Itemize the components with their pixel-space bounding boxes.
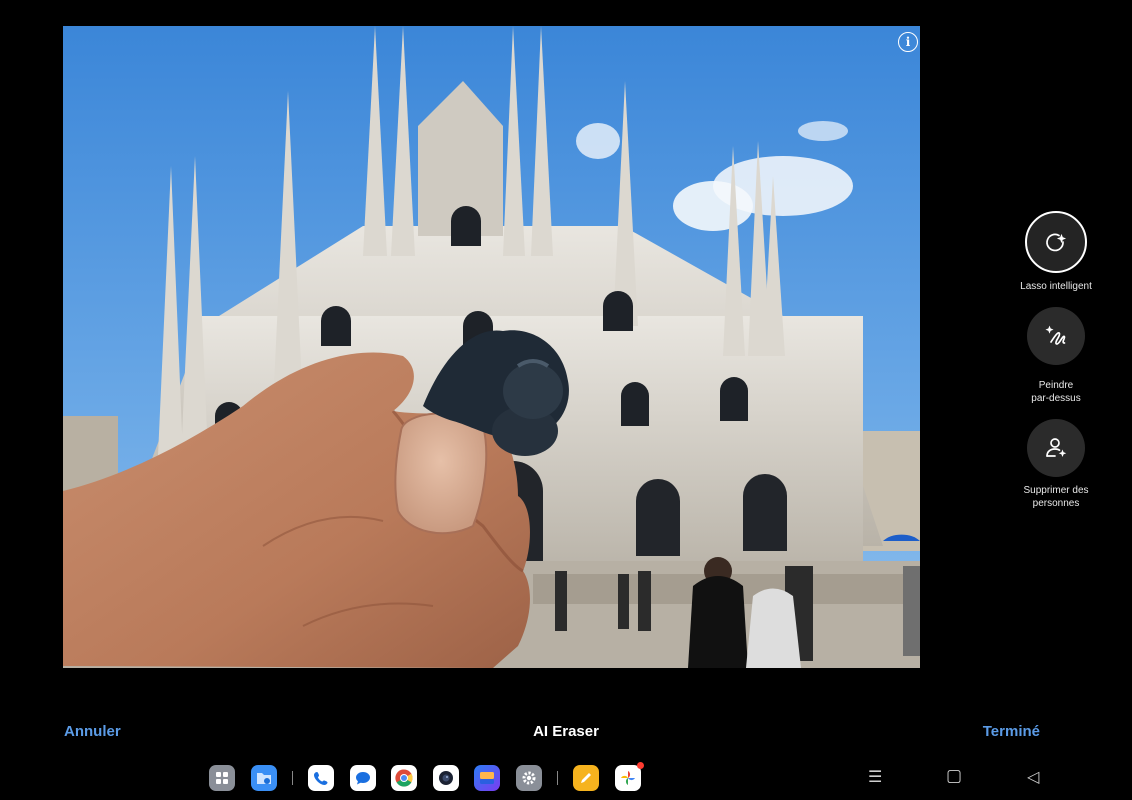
files-icon[interactable]	[250, 765, 277, 791]
notes-icon[interactable]	[573, 765, 599, 791]
remove-person-icon[interactable]	[1027, 419, 1085, 477]
taskbar-dock	[209, 762, 656, 791]
settings-icon[interactable]	[515, 765, 542, 791]
eraser-tools: Lasso intelligent Peindre par-dessus Sup…	[1006, 211, 1106, 524]
photo-canvas[interactable]: i	[63, 26, 920, 668]
lasso-sparkle-icon[interactable]	[1025, 211, 1087, 273]
tool-label: Supprimer des personnes	[1023, 485, 1089, 509]
tool-label: Lasso intelligent	[1020, 281, 1092, 292]
camera-icon[interactable]	[432, 765, 459, 791]
photos-icon[interactable]	[614, 762, 644, 791]
screen-title-text: AI Eraser	[533, 723, 599, 740]
notification-badge	[636, 762, 644, 769]
cathedral-photo	[63, 26, 920, 668]
tool-lasso-intelligent[interactable]: Lasso intelligent	[1006, 211, 1106, 293]
gallery-icon[interactable]	[474, 765, 500, 791]
home-button[interactable]: ▢	[946, 766, 962, 786]
recent-apps-button[interactable]: ☰	[868, 767, 882, 787]
tool-peindre-par-dessus[interactable]: Peindre par-dessus	[1006, 307, 1106, 405]
screen-title: AI Eraser	[0, 723, 1132, 740]
dock-separator	[292, 771, 293, 785]
messages-icon[interactable]	[349, 765, 376, 791]
phone-icon[interactable]	[308, 765, 334, 791]
back-button[interactable]: ◁	[1027, 767, 1039, 787]
info-icon[interactable]: i	[898, 32, 918, 52]
app-drawer-icon[interactable]	[209, 765, 235, 791]
dock-separator	[557, 771, 558, 785]
tool-supprimer-personnes[interactable]: Supprimer des personnes	[1006, 419, 1106, 510]
done-button[interactable]: Terminé	[983, 723, 1040, 740]
chrome-icon[interactable]	[391, 765, 417, 791]
brush-sparkle-icon[interactable]	[1027, 307, 1085, 365]
tool-label: Peindre par-dessus	[1031, 380, 1081, 404]
